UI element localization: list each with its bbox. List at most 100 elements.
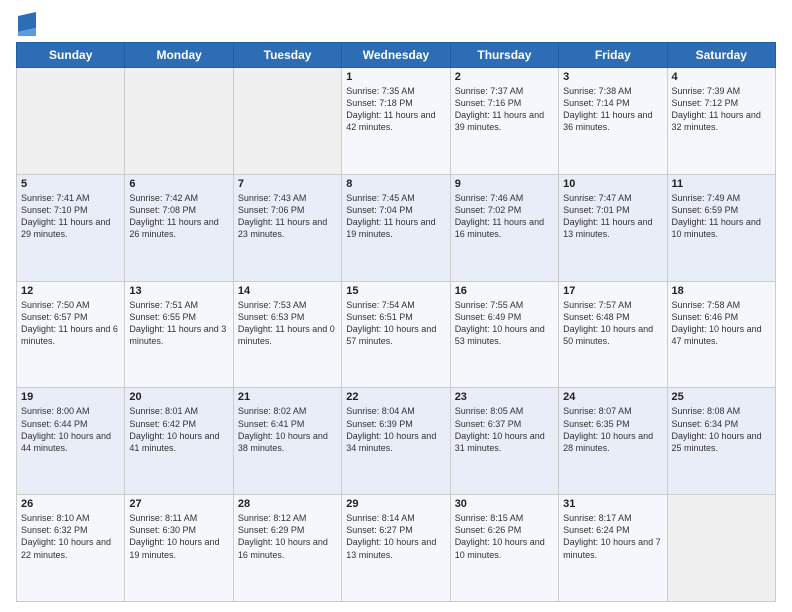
day-info: Sunrise: 8:12 AM Sunset: 6:29 PM Dayligh… [238,512,337,561]
day-cell: 27 Sunrise: 8:11 AM Sunset: 6:30 PM Dayli… [125,495,233,602]
day-number: 9 [455,178,554,190]
day-info: Sunrise: 7:42 AM Sunset: 7:08 PM Dayligh… [129,192,228,241]
day-number: 21 [238,391,337,403]
week-row-4: 19 Sunrise: 8:00 AM Sunset: 6:44 PM Dayli… [17,388,776,495]
weekday-header-wednesday: Wednesday [342,43,450,68]
calendar-table: SundayMondayTuesdayWednesdayThursdayFrid… [16,42,776,602]
day-number: 7 [238,178,337,190]
day-cell: 15 Sunrise: 7:54 AM Sunset: 6:51 PM Dayli… [342,281,450,388]
day-cell [17,68,125,175]
day-cell: 23 Sunrise: 8:05 AM Sunset: 6:37 PM Dayli… [450,388,558,495]
weekday-header-friday: Friday [559,43,667,68]
day-number: 3 [563,71,662,83]
day-number: 20 [129,391,228,403]
day-number: 11 [672,178,771,190]
day-info: Sunrise: 7:41 AM Sunset: 7:10 PM Dayligh… [21,192,120,241]
day-info: Sunrise: 7:55 AM Sunset: 6:49 PM Dayligh… [455,299,554,348]
logo [16,16,36,36]
day-cell [125,68,233,175]
day-number: 19 [21,391,120,403]
day-info: Sunrise: 8:00 AM Sunset: 6:44 PM Dayligh… [21,405,120,454]
day-info: Sunrise: 7:50 AM Sunset: 6:57 PM Dayligh… [21,299,120,348]
day-cell: 1Sunrise: 7:35 AM Sunset: 7:18 PM Daylig… [342,68,450,175]
logo-icon [18,12,36,36]
day-cell: 30Sunrise: 8:15 AM Sunset: 6:26 PM Dayli… [450,495,558,602]
day-cell: 2 Sunrise: 7:37 AM Sunset: 7:16 PM Daylig… [450,68,558,175]
day-cell: 14 Sunrise: 7:53 AM Sunset: 6:53 PM Dayli… [233,281,341,388]
day-cell: 3 Sunrise: 7:38 AM Sunset: 7:14 PM Daylig… [559,68,667,175]
day-cell: 24 Sunrise: 8:07 AM Sunset: 6:35 PM Dayli… [559,388,667,495]
day-info: Sunrise: 7:58 AM Sunset: 6:46 PM Dayligh… [672,299,771,348]
day-info: Sunrise: 7:43 AM Sunset: 7:06 PM Dayligh… [238,192,337,241]
day-number: 2 [455,71,554,83]
day-cell: 22Sunrise: 8:04 AM Sunset: 6:39 PM Dayli… [342,388,450,495]
day-cell: 4 Sunrise: 7:39 AM Sunset: 7:12 PM Daylig… [667,68,775,175]
day-number: 17 [563,285,662,297]
day-number: 5 [21,178,120,190]
day-cell: 31 Sunrise: 8:17 AM Sunset: 6:24 PM Dayli… [559,495,667,602]
day-cell: 29 Sunrise: 8:14 AM Sunset: 6:27 PM Dayli… [342,495,450,602]
day-number: 30 [455,498,554,510]
day-info: Sunrise: 8:17 AM Sunset: 6:24 PM Dayligh… [563,512,662,561]
day-info: Sunrise: 7:45 AM Sunset: 7:04 PM Dayligh… [346,192,445,241]
weekday-header-monday: Monday [125,43,233,68]
day-number: 4 [672,71,771,83]
day-cell [233,68,341,175]
day-info: Sunrise: 8:11 AM Sunset: 6:30 PM Dayligh… [129,512,228,561]
day-cell: 19 Sunrise: 8:00 AM Sunset: 6:44 PM Dayli… [17,388,125,495]
day-cell: 25 Sunrise: 8:08 AM Sunset: 6:34 PM Dayli… [667,388,775,495]
day-number: 10 [563,178,662,190]
day-info: Sunrise: 8:08 AM Sunset: 6:34 PM Dayligh… [672,405,771,454]
day-info: Sunrise: 7:47 AM Sunset: 7:01 PM Dayligh… [563,192,662,241]
day-number: 12 [21,285,120,297]
day-number: 29 [346,498,445,510]
day-number: 16 [455,285,554,297]
day-cell: 10 Sunrise: 7:47 AM Sunset: 7:01 PM Dayli… [559,174,667,281]
day-cell: 9 Sunrise: 7:46 AM Sunset: 7:02 PM Daylig… [450,174,558,281]
day-cell: 28Sunrise: 8:12 AM Sunset: 6:29 PM Dayli… [233,495,341,602]
day-info: Sunrise: 8:14 AM Sunset: 6:27 PM Dayligh… [346,512,445,561]
day-info: Sunrise: 7:53 AM Sunset: 6:53 PM Dayligh… [238,299,337,348]
page: SundayMondayTuesdayWednesdayThursdayFrid… [0,0,792,612]
day-number: 18 [672,285,771,297]
day-number: 15 [346,285,445,297]
day-number: 26 [21,498,120,510]
day-info: Sunrise: 8:10 AM Sunset: 6:32 PM Dayligh… [21,512,120,561]
day-info: Sunrise: 7:54 AM Sunset: 6:51 PM Dayligh… [346,299,445,348]
day-info: Sunrise: 8:05 AM Sunset: 6:37 PM Dayligh… [455,405,554,454]
day-number: 23 [455,391,554,403]
day-number: 24 [563,391,662,403]
day-number: 27 [129,498,228,510]
day-cell: 11 Sunrise: 7:49 AM Sunset: 6:59 PM Dayli… [667,174,775,281]
weekday-header-row: SundayMondayTuesdayWednesdayThursdayFrid… [17,43,776,68]
week-row-2: 5 Sunrise: 7:41 AM Sunset: 7:10 PM Daylig… [17,174,776,281]
day-info: Sunrise: 7:51 AM Sunset: 6:55 PM Dayligh… [129,299,228,348]
day-cell: 26 Sunrise: 8:10 AM Sunset: 6:32 PM Dayli… [17,495,125,602]
day-number: 31 [563,498,662,510]
day-info: Sunrise: 8:07 AM Sunset: 6:35 PM Dayligh… [563,405,662,454]
day-info: Sunrise: 7:49 AM Sunset: 6:59 PM Dayligh… [672,192,771,241]
day-info: Sunrise: 7:39 AM Sunset: 7:12 PM Dayligh… [672,85,771,134]
day-cell: 8Sunrise: 7:45 AM Sunset: 7:04 PM Daylig… [342,174,450,281]
day-cell: 13 Sunrise: 7:51 AM Sunset: 6:55 PM Dayli… [125,281,233,388]
day-cell: 18 Sunrise: 7:58 AM Sunset: 6:46 PM Dayli… [667,281,775,388]
day-number: 14 [238,285,337,297]
day-cell: 5 Sunrise: 7:41 AM Sunset: 7:10 PM Daylig… [17,174,125,281]
week-row-1: 1Sunrise: 7:35 AM Sunset: 7:18 PM Daylig… [17,68,776,175]
day-number: 13 [129,285,228,297]
day-number: 25 [672,391,771,403]
weekday-header-thursday: Thursday [450,43,558,68]
day-info: Sunrise: 7:37 AM Sunset: 7:16 PM Dayligh… [455,85,554,134]
day-cell: 16 Sunrise: 7:55 AM Sunset: 6:49 PM Dayli… [450,281,558,388]
day-info: Sunrise: 7:38 AM Sunset: 7:14 PM Dayligh… [563,85,662,134]
header [16,12,776,36]
day-cell: 17Sunrise: 7:57 AM Sunset: 6:48 PM Dayli… [559,281,667,388]
day-cell: 7 Sunrise: 7:43 AM Sunset: 7:06 PM Daylig… [233,174,341,281]
day-cell: 21Sunrise: 8:02 AM Sunset: 6:41 PM Dayli… [233,388,341,495]
day-info: Sunrise: 8:01 AM Sunset: 6:42 PM Dayligh… [129,405,228,454]
day-cell: 12 Sunrise: 7:50 AM Sunset: 6:57 PM Dayli… [17,281,125,388]
day-info: Sunrise: 7:35 AM Sunset: 7:18 PM Dayligh… [346,85,445,134]
day-info: Sunrise: 8:04 AM Sunset: 6:39 PM Dayligh… [346,405,445,454]
week-row-3: 12 Sunrise: 7:50 AM Sunset: 6:57 PM Dayli… [17,281,776,388]
day-info: Sunrise: 7:46 AM Sunset: 7:02 PM Dayligh… [455,192,554,241]
